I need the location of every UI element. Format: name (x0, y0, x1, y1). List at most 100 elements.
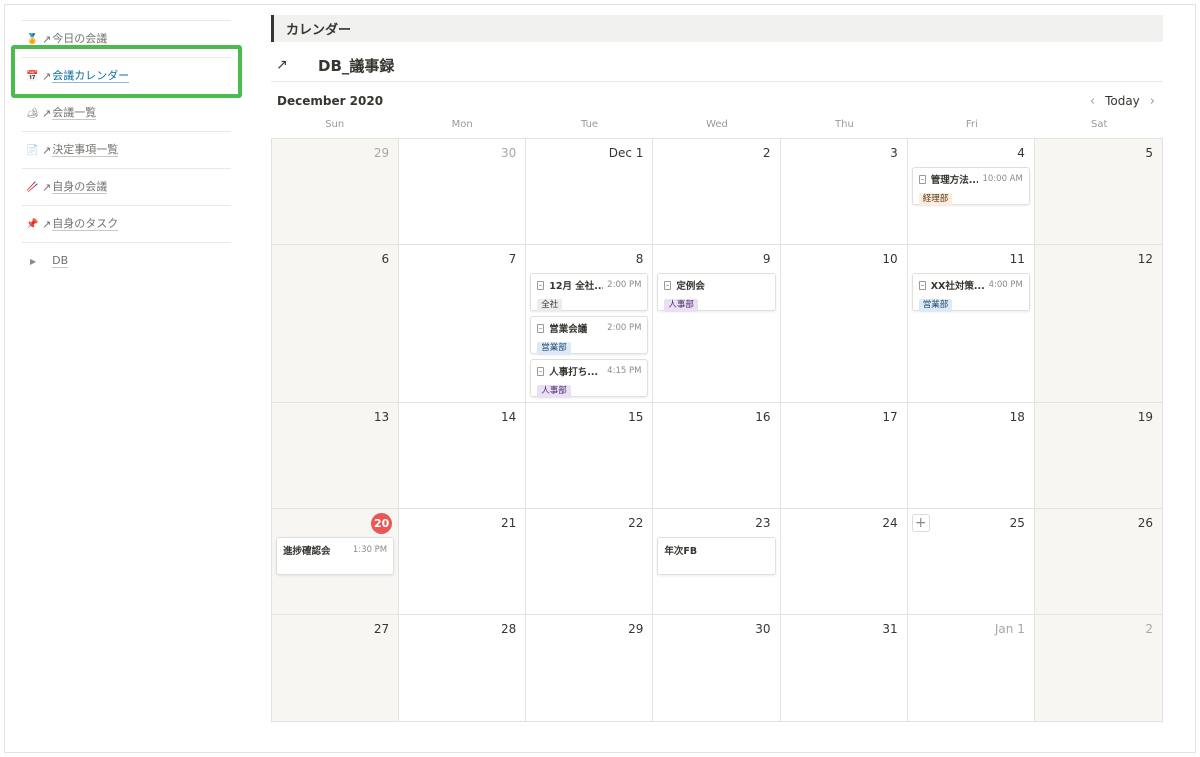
sidebar-item-my-tasks[interactable]: 📌 ↗ 自身のタスク (22, 205, 231, 242)
day-number: 11 (1009, 252, 1025, 266)
event-title: 定例会 (676, 281, 705, 292)
day-cell[interactable]: 21 (399, 509, 527, 615)
day-number: 10 (882, 252, 898, 266)
sidebar-item-my-meetings[interactable]: 🥢 ↗ 自身の会議 (22, 168, 231, 205)
day-cell[interactable]: 15 (526, 403, 654, 509)
medal-icon: 🏅 (26, 33, 39, 45)
today-button[interactable]: Today (1105, 94, 1140, 108)
calendar-nav: ‹ Today › (1090, 94, 1163, 109)
day-cell[interactable]: 26 (1034, 509, 1162, 615)
day-cell[interactable]: 9 定例会 人事部 (653, 245, 781, 403)
event-card[interactable]: 人事打ち... 4:15 PM 人事部 (530, 359, 649, 398)
day-cell[interactable]: 6 (272, 245, 400, 403)
department-tag: 経理部 (918, 193, 953, 206)
day-cell[interactable]: Dec 1 (526, 139, 654, 245)
pushpin-icon: 📌 (26, 218, 39, 230)
sidebar-item-label: 決定事項一覧 (52, 143, 119, 157)
event-list: 年次FB (657, 537, 776, 575)
event-list: 定例会人事部 (657, 273, 776, 312)
day-cell[interactable]: 11 XX社対策... 4:00 PM 営業部 (907, 245, 1035, 403)
chevron-right-icon[interactable]: › (1150, 94, 1155, 109)
day-number: 19 (1137, 410, 1153, 424)
document-icon (918, 174, 926, 184)
day-cell[interactable]: 3 (780, 139, 908, 245)
day-cell[interactable]: 7 (399, 245, 527, 403)
event-time: 4:00 PM (988, 280, 1023, 290)
add-event-button[interactable]: + (911, 514, 930, 532)
day-cell[interactable]: 29 (272, 139, 400, 245)
document-icon (537, 366, 545, 376)
toggle-triangle-icon[interactable]: ▶ (30, 257, 36, 266)
day-cell[interactable]: 23 年次FB (653, 509, 781, 615)
day-cell[interactable]: 25 + (907, 509, 1035, 615)
section-heading: カレンダー (271, 15, 1163, 42)
day-number: 7 (508, 252, 517, 266)
event-header: 人事打ち... 4:15 PM (537, 364, 641, 378)
document-icon (664, 280, 672, 290)
day-number: 3 (890, 146, 898, 160)
day-cell[interactable]: 10 (780, 245, 908, 403)
chevron-left-icon[interactable]: ‹ (1090, 94, 1095, 109)
link-arrow-icon: ↗ (42, 32, 52, 46)
day-cell[interactable]: Jan 1 (907, 615, 1035, 721)
event-card[interactable]: 営業会議 2:00 PM 営業部 (530, 316, 649, 355)
day-cell[interactable]: 14 (399, 403, 527, 509)
event-title: 進捗確認会 (283, 546, 331, 557)
sidebar-item-decisions-list[interactable]: 📄 ↗ 決定事項一覧 (22, 131, 231, 168)
event-list: 管理方法... 10:00 AM 経理部 (911, 167, 1030, 206)
day-cell[interactable]: 27 (272, 615, 400, 721)
day-cell[interactable]: 12 (1034, 245, 1162, 403)
day-cell[interactable]: 29 (526, 615, 654, 721)
document-icon (537, 280, 545, 290)
event-header: 定例会 (664, 278, 768, 292)
sidebar-item-meeting-list[interactable]: 🏕 ↗ 会議一覧 (22, 94, 231, 131)
event-list: XX社対策... 4:00 PM 営業部 (911, 273, 1030, 312)
day-cell[interactable]: 2 (653, 139, 781, 245)
day-number: 2 (1145, 622, 1153, 636)
calendar-grid: 29 30 Dec 1 2 3 4 管理方法... 10:00 AM 経理部 5 6 7 8 12月 全社… (271, 138, 1163, 722)
database-title[interactable]: DB_議事録 (318, 55, 394, 76)
day-cell[interactable]: 22 (526, 509, 654, 615)
day-cell[interactable]: 18 (907, 403, 1035, 509)
event-time: 2:00 PM (607, 323, 642, 333)
day-number: 31 (882, 622, 898, 636)
event-title: 12月 全社... (549, 281, 604, 292)
event-title-group: 年次FB (664, 543, 697, 557)
day-cell[interactable]: 5 (1034, 139, 1162, 245)
day-number: 16 (755, 410, 771, 424)
department-tag: 営業部 (918, 299, 953, 312)
day-cell[interactable]: 13 (272, 403, 400, 509)
event-time: 10:00 AM (982, 174, 1023, 184)
event-card[interactable]: 進捗確認会 1:30 PM (276, 537, 395, 575)
day-number: 15 (628, 410, 644, 424)
event-title: 管理方法... (930, 175, 979, 186)
day-cell[interactable]: 30 (653, 615, 781, 721)
day-cell[interactable]: 24 (780, 509, 908, 615)
document-icon (537, 323, 545, 333)
event-time: 2:00 PM (607, 280, 642, 290)
day-cell[interactable]: 30 (399, 139, 527, 245)
day-cell[interactable]: 8 12月 全社... 2:00 PM 全社 営業会議 2:00 PM 営業部 人事打ち...… (526, 245, 654, 403)
event-card[interactable]: XX社対策... 4:00 PM 営業部 (911, 273, 1030, 312)
day-number: 12 (1137, 252, 1153, 266)
day-cell[interactable]: 16 (653, 403, 781, 509)
event-card[interactable]: 管理方法... 10:00 AM 経理部 (911, 167, 1030, 206)
department-tag: 人事部 (664, 299, 698, 312)
database-header: ↗ DB_議事録 (271, 49, 1163, 82)
day-number: 27 (373, 622, 390, 636)
day-cell[interactable]: 20 進捗確認会 1:30 PM (272, 509, 400, 615)
day-number: 18 (1009, 410, 1025, 424)
event-card[interactable]: 12月 全社... 2:00 PM 全社 (530, 273, 649, 312)
event-card[interactable]: 年次FB (657, 537, 776, 575)
event-card[interactable]: 定例会人事部 (657, 273, 776, 312)
day-cell[interactable]: 17 (780, 403, 908, 509)
day-cell[interactable]: 2 (1034, 615, 1162, 721)
day-cell[interactable]: 28 (399, 615, 527, 721)
link-arrow-icon[interactable]: ↗ (276, 57, 318, 73)
day-cell[interactable]: 31 (780, 615, 908, 721)
day-cell[interactable]: 4 管理方法... 10:00 AM 経理部 (907, 139, 1035, 245)
day-cell[interactable]: 19 (1034, 403, 1162, 509)
day-number: Jan 1 (994, 622, 1025, 636)
event-title-group: 進捗確認会 (283, 543, 331, 557)
sidebar-toggle-db[interactable]: ▶ DB (22, 242, 231, 279)
